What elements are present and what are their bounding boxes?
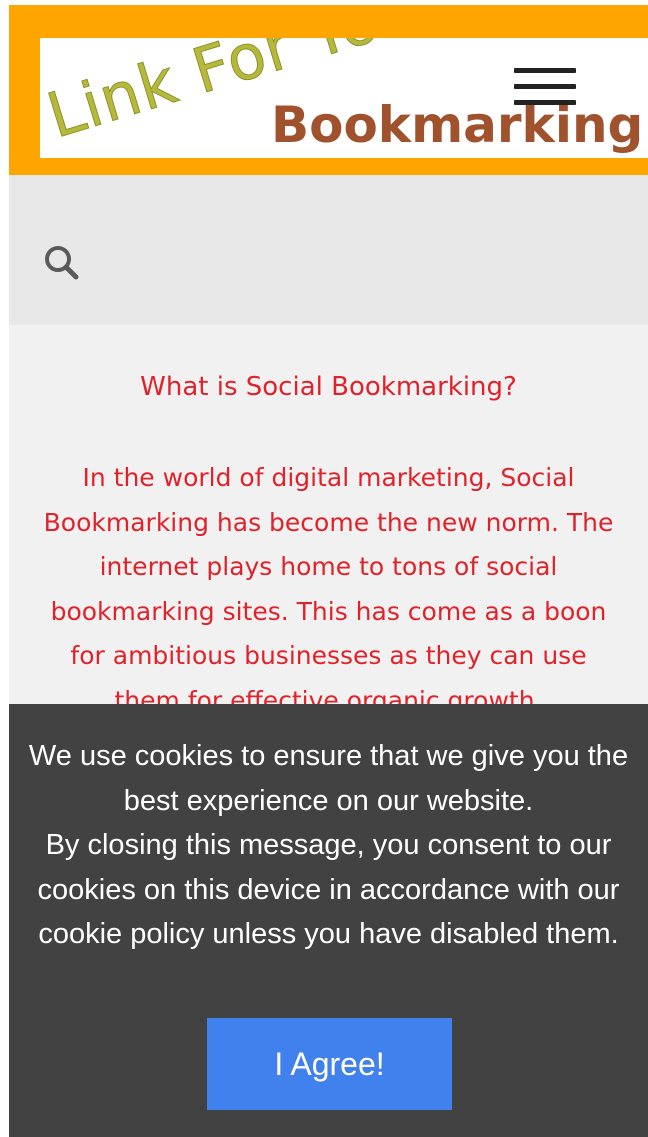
- logo-sub-text: Bookmarking: [271, 96, 644, 154]
- cookie-consent-banner: We use cookies to ensure that we give yo…: [9, 704, 648, 1137]
- article-paragraph: In the world of digital marketing, Socia…: [43, 463, 614, 715]
- hamburger-bar: [514, 68, 576, 73]
- agree-button[interactable]: I Agree!: [207, 1018, 452, 1110]
- site-header: Link For You Bookmarking: [9, 5, 648, 175]
- search-icon[interactable]: [40, 241, 84, 285]
- page: Link For You Bookmarking What is Social …: [9, 5, 648, 1137]
- hamburger-menu-icon[interactable]: [514, 68, 576, 108]
- article-heading: What is Social Bookmarking?: [140, 372, 517, 402]
- hamburger-bar: [514, 100, 576, 105]
- cookie-message: We use cookies to ensure that we give yo…: [19, 734, 638, 957]
- cookie-message-line: By closing this message, you consent to …: [37, 829, 620, 950]
- search-bar: [9, 175, 648, 325]
- hamburger-bar: [514, 84, 576, 89]
- cookie-message-line: We use cookies to ensure that we give yo…: [28, 740, 629, 817]
